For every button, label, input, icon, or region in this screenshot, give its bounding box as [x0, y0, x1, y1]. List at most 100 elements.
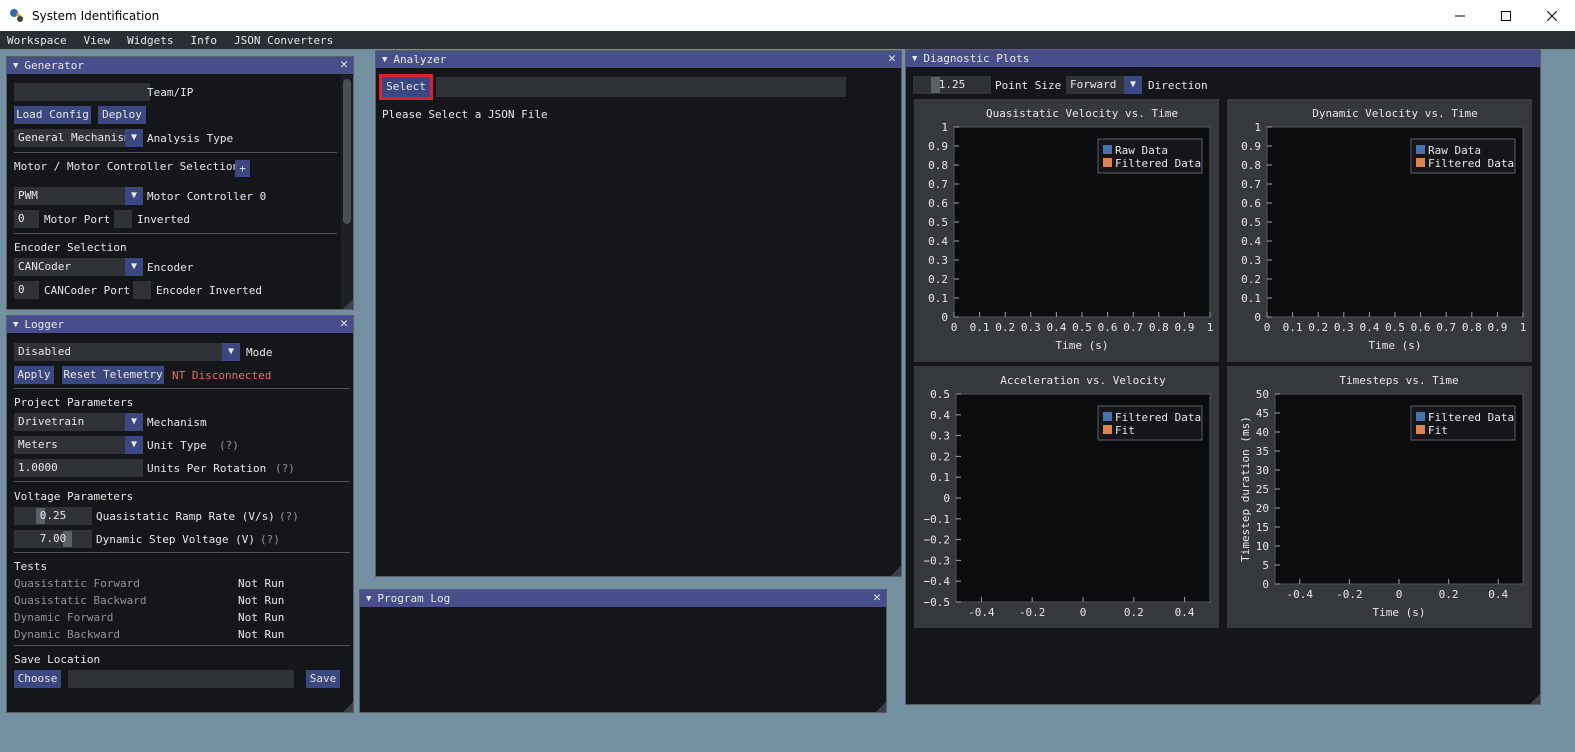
- legend-entry: Filtered Data: [1115, 411, 1201, 424]
- menu-widgets[interactable]: Widgets: [120, 34, 179, 47]
- resize-grip[interactable]: [343, 702, 353, 712]
- mode-label: Mode: [246, 346, 273, 359]
- close-icon[interactable]: ✕: [873, 590, 881, 606]
- test-name-dynamic-backward[interactable]: Dynamic Backward: [14, 628, 120, 641]
- menu-workspace[interactable]: Workspace: [0, 34, 73, 47]
- collapse-triangle-icon[interactable]: ▼: [13, 61, 18, 71]
- legend-swatch: [1416, 158, 1425, 167]
- x-axis-label: Time (s): [1373, 606, 1426, 619]
- resize-grip[interactable]: [891, 566, 901, 576]
- legend-swatch: [1416, 412, 1425, 421]
- mode-select[interactable]: Disabled ▼: [14, 343, 240, 361]
- collapse-triangle-icon[interactable]: ▼: [366, 594, 371, 604]
- inverted-label: Inverted: [137, 213, 190, 226]
- point-size-slider[interactable]: 1.25: [913, 76, 991, 94]
- minimize-button[interactable]: [1437, 0, 1483, 31]
- dynamic-step-help[interactable]: (?): [260, 533, 280, 546]
- analysis-type-select[interactable]: General Mechanism ▼: [14, 129, 143, 147]
- analyzer-title-bar[interactable]: ▼ Analyzer ✕: [376, 51, 901, 68]
- menu-json-converters[interactable]: JSON Converters: [227, 34, 339, 47]
- close-icon[interactable]: ✕: [888, 51, 896, 67]
- dropdown-arrow-icon: ▼: [125, 187, 143, 205]
- inverted-checkbox[interactable]: [114, 210, 132, 228]
- units-per-rotation-input[interactable]: 1.0000: [14, 459, 143, 477]
- dynamic-velocity-plot[interactable]: Dynamic Velocity vs. Time 0 0.1 0.2 0.3 0.4 0.…: [1227, 99, 1532, 362]
- close-icon[interactable]: ✕: [340, 316, 348, 332]
- direction-select[interactable]: Forward ▼: [1066, 76, 1142, 94]
- acceleration-velocity-plot[interactable]: Acceleration vs. Velocity −0.5 −0.4 −0.3 −0.…: [914, 366, 1219, 628]
- collapse-triangle-icon[interactable]: ▼: [13, 320, 18, 330]
- test-name-quasistatic-backward[interactable]: Quasistatic Backward: [14, 594, 146, 607]
- menu-info[interactable]: Info: [183, 34, 223, 47]
- resize-grip[interactable]: [1530, 694, 1540, 704]
- generator-scrollbar[interactable]: [341, 75, 353, 309]
- load-config-button[interactable]: Load Config: [14, 106, 91, 124]
- divider: [14, 481, 350, 482]
- resize-grip[interactable]: [343, 299, 353, 309]
- y-tick-label: 0.1: [1241, 292, 1261, 305]
- collapse-triangle-icon[interactable]: ▼: [912, 54, 917, 64]
- motor-controller-select[interactable]: PWM ▼: [14, 187, 143, 205]
- close-window-button[interactable]: [1529, 0, 1575, 31]
- direction-value: Forward: [1070, 78, 1117, 91]
- encoder-inverted-checkbox[interactable]: [133, 281, 151, 299]
- generator-title-bar[interactable]: ▼ Generator ✕: [7, 57, 353, 74]
- y-tick-label: −0.1: [924, 513, 951, 526]
- x-tick-label: 0.8: [1462, 321, 1482, 334]
- resize-grip[interactable]: [876, 702, 886, 712]
- test-name-quasistatic-forward[interactable]: Quasistatic Forward: [14, 577, 140, 590]
- motor-port-input[interactable]: 0: [14, 210, 39, 228]
- apply-button[interactable]: Apply: [14, 366, 54, 384]
- mechanism-select[interactable]: Drivetrain ▼: [14, 413, 143, 431]
- x-tick-label: 0.4: [1359, 321, 1379, 334]
- test-name-dynamic-forward[interactable]: Dynamic Forward: [14, 611, 113, 624]
- cancoder-port-input[interactable]: 0: [14, 281, 39, 299]
- units-per-rotation-help[interactable]: (?): [275, 462, 295, 475]
- team-ip-input[interactable]: [14, 83, 150, 101]
- scrollbar-thumb[interactable]: [343, 79, 351, 224]
- x-tick-label: 0.4: [1488, 588, 1508, 601]
- encoder-select[interactable]: CANCoder ▼: [14, 258, 143, 276]
- menu-view[interactable]: View: [77, 34, 117, 47]
- legend-entry: Raw Data: [1115, 144, 1168, 157]
- y-tick-label: 0.5: [1241, 216, 1261, 229]
- y-tick-label: 5: [1262, 559, 1269, 572]
- close-icon[interactable]: ✕: [340, 57, 348, 73]
- dynamic-step-slider[interactable]: 7.00: [14, 530, 92, 548]
- collapse-triangle-icon[interactable]: ▼: [382, 55, 387, 65]
- json-path-input[interactable]: [436, 77, 846, 97]
- quasistatic-ramp-help[interactable]: (?): [279, 510, 299, 523]
- diagnostic-title-bar[interactable]: ▼ Diagnostic Plots: [906, 50, 1540, 67]
- y-tick-label: 25: [1256, 483, 1269, 496]
- dynamic-step-label: Dynamic Step Voltage (V): [96, 533, 255, 546]
- add-motor-button[interactable]: +: [235, 160, 250, 177]
- reset-telemetry-button[interactable]: Reset Telemetry: [62, 366, 164, 384]
- maximize-button[interactable]: [1483, 0, 1529, 31]
- program-log-title-bar[interactable]: ▼ Program Log ✕: [360, 590, 886, 607]
- generator-title: Generator: [24, 59, 85, 72]
- divider: [14, 388, 350, 389]
- save-location-heading: Save Location: [14, 653, 101, 666]
- y-tick-label: 0.2: [930, 450, 950, 463]
- legend-entry: Raw Data: [1428, 144, 1481, 157]
- x-tick-label: 0.3: [1334, 321, 1354, 334]
- dropdown-arrow-icon: ▼: [222, 343, 240, 361]
- y-tick-label: 0.1: [930, 471, 950, 484]
- y-tick-label: 0.6: [928, 197, 948, 210]
- select-json-button[interactable]: Select: [382, 77, 430, 97]
- deploy-button[interactable]: Deploy: [98, 106, 146, 124]
- save-button[interactable]: Save: [306, 670, 340, 688]
- save-path-input[interactable]: [68, 670, 294, 688]
- x-tick-label: -0.2: [1019, 606, 1045, 619]
- timesteps-time-plot[interactable]: Timesteps vs. Time 0 5 10 15 20 25 30 35 40 45 50 -0…: [1227, 366, 1532, 628]
- legend-entry: Filtered Data: [1115, 157, 1201, 170]
- choose-button[interactable]: Choose: [14, 670, 61, 688]
- unit-type-select[interactable]: Meters ▼: [14, 436, 143, 454]
- y-tick-label: −0.2: [924, 534, 951, 547]
- y-tick-label: 30: [1256, 464, 1269, 477]
- quasistatic-velocity-plot[interactable]: Quasistatic Velocity vs. Time 0 0.1 0.2 0.3 0…: [914, 99, 1219, 362]
- unit-type-help[interactable]: (?): [219, 439, 239, 452]
- quasistatic-ramp-slider[interactable]: 0.25: [14, 507, 92, 525]
- legend-swatch: [1103, 412, 1112, 421]
- logger-title-bar[interactable]: ▼ Logger ✕: [7, 316, 353, 333]
